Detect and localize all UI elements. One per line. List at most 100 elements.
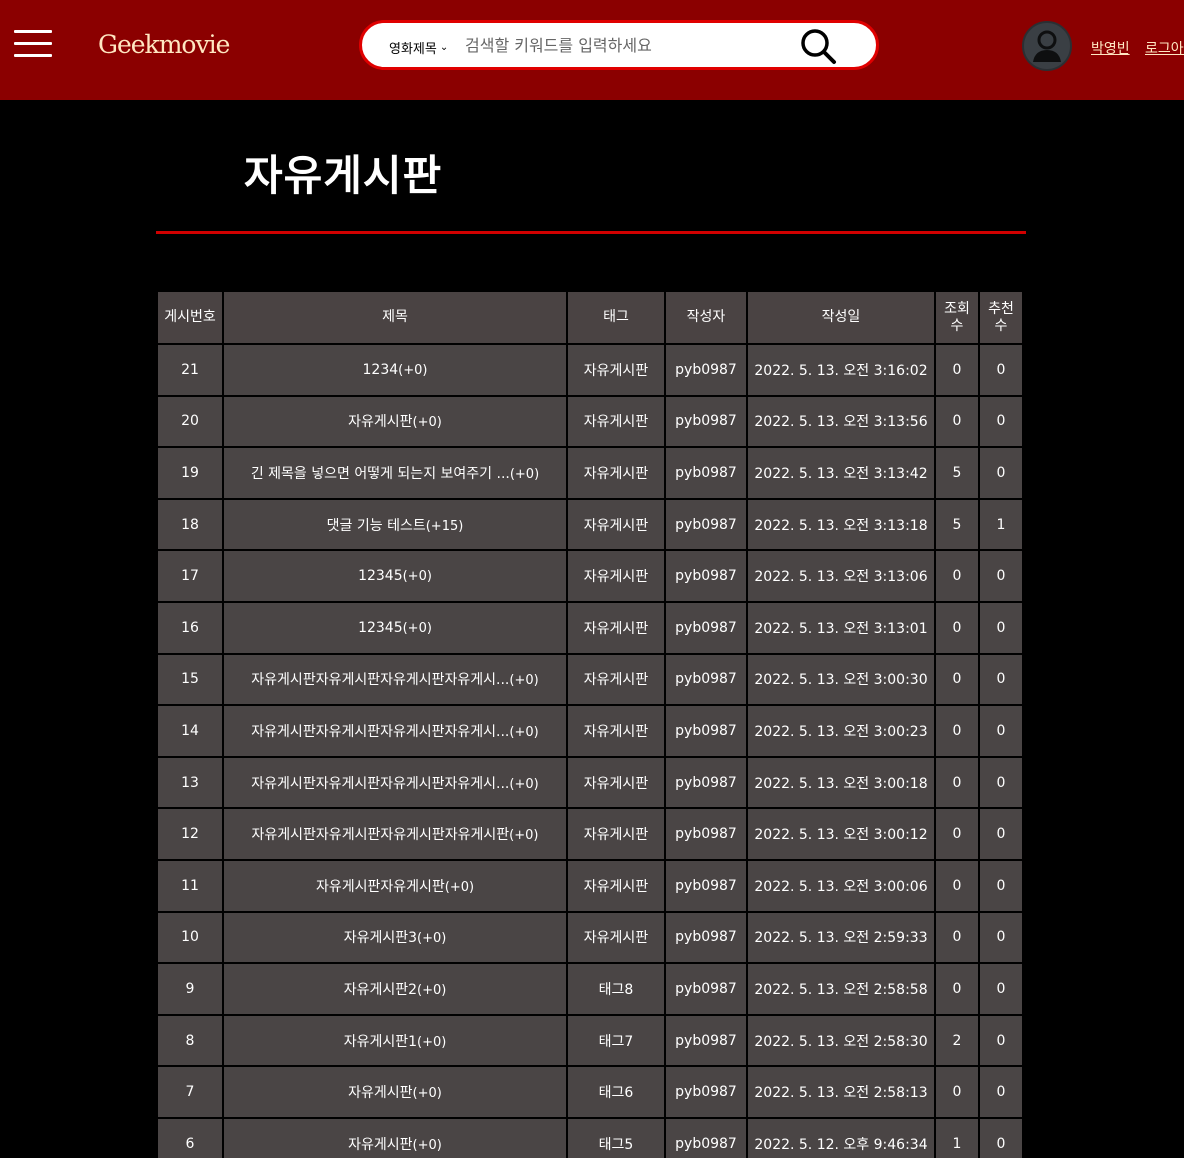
comment-count: (+0): [398, 362, 428, 378]
chevron-down-icon: ⌄: [439, 42, 449, 53]
post-title-text[interactable]: 자유게시판자유게시판자유게시판자유게시...: [251, 724, 509, 740]
post-views: 0: [936, 964, 978, 1014]
post-title[interactable]: 1234(+0): [224, 345, 566, 395]
post-title-text[interactable]: 댓글 기능 테스트: [327, 518, 426, 534]
post-title[interactable]: 12345(+0): [224, 602, 566, 653]
post-title[interactable]: 댓글 기능 테스트(+15): [224, 499, 566, 550]
post-title[interactable]: 자유게시판자유게시판자유게시판자유게시...(+0): [224, 706, 566, 756]
post-views: 1: [936, 1118, 978, 1158]
post-title[interactable]: 자유게시판2(+0): [224, 964, 566, 1014]
table-row[interactable]: 17 12345(+0) 자유게시판 pyb0987 2022. 5. 13. 오전 3…: [158, 551, 1022, 601]
column-header-tag: 태그: [568, 292, 664, 343]
menu-icon[interactable]: [14, 28, 52, 60]
post-title-text[interactable]: 긴 제목을 넣으면 어떻게 되는지 보여주기 ...: [251, 466, 510, 482]
post-title-text[interactable]: 12345: [358, 568, 403, 584]
post-author: pyb0987: [666, 964, 746, 1014]
post-author: pyb0987: [666, 448, 746, 498]
post-number: 18: [158, 499, 222, 550]
post-date: 2022. 5. 13. 오전 3:00:18: [748, 757, 934, 808]
post-date: 2022. 5. 13. 오전 3:00:30: [748, 654, 934, 705]
post-title-text[interactable]: 자유게시판자유게시판: [316, 879, 445, 895]
site-logo[interactable]: Geekmovie: [98, 30, 230, 59]
post-title[interactable]: 자유게시판(+0): [224, 396, 566, 447]
table-header-row: 게시번호 제목 태그 작성자 작성일 조회수 추천수: [158, 292, 1022, 343]
post-tag: 자유게시판: [568, 551, 664, 601]
post-title[interactable]: 자유게시판(+0): [224, 1067, 566, 1117]
post-recommend: 0: [980, 602, 1022, 653]
search-input[interactable]: [465, 31, 785, 59]
post-author: pyb0987: [666, 1118, 746, 1158]
post-title-text[interactable]: 자유게시판3: [344, 930, 417, 946]
comment-count: (+0): [417, 982, 447, 998]
table-row[interactable]: 10 자유게시판3(+0) 자유게시판 pyb0987 2022. 5. 13. 오전 …: [158, 912, 1022, 963]
post-recommend: 0: [980, 551, 1022, 601]
site-header: Geekmovie 영화제목 ⌄ 박영빈 로그아웃: [0, 0, 1184, 100]
post-title-text[interactable]: 자유게시판: [348, 414, 412, 430]
search-type-select[interactable]: 영화제목 ⌄: [389, 38, 448, 57]
post-date: 2022. 5. 13. 오전 3:00:12: [748, 809, 934, 859]
table-row[interactable]: 7 자유게시판(+0) 태그6 pyb0987 2022. 5. 13. 오전 2:58…: [158, 1067, 1022, 1117]
post-title-text[interactable]: 1234: [363, 362, 399, 378]
table-row[interactable]: 13 자유게시판자유게시판자유게시판자유게시...(+0) 자유게시판 pyb0987…: [158, 757, 1022, 808]
table-row[interactable]: 8 자유게시판1(+0) 태그7 pyb0987 2022. 5. 13. 오전 2:5…: [158, 1015, 1022, 1066]
table-row[interactable]: 11 자유게시판자유게시판(+0) 자유게시판 pyb0987 2022. 5. 13.…: [158, 860, 1022, 911]
post-title[interactable]: 자유게시판3(+0): [224, 912, 566, 963]
post-title-text[interactable]: 자유게시판: [348, 1085, 412, 1101]
post-author: pyb0987: [666, 809, 746, 859]
post-views: 5: [936, 448, 978, 498]
table-row[interactable]: 15 자유게시판자유게시판자유게시판자유게시...(+0) 자유게시판 pyb0987…: [158, 654, 1022, 705]
comment-count: (+0): [412, 1137, 442, 1153]
post-title-text[interactable]: 자유게시판자유게시판자유게시판자유게시...: [251, 776, 509, 792]
post-tag: 자유게시판: [568, 602, 664, 653]
post-title[interactable]: 자유게시판자유게시판(+0): [224, 860, 566, 911]
post-views: 0: [936, 706, 978, 756]
post-title-text[interactable]: 자유게시판자유게시판자유게시판자유게시판: [252, 827, 510, 843]
post-tag: 태그8: [568, 964, 664, 1014]
search-icon[interactable]: [796, 26, 842, 66]
post-title-text[interactable]: 자유게시판: [348, 1137, 412, 1153]
post-title[interactable]: 자유게시판1(+0): [224, 1015, 566, 1066]
post-number: 13: [158, 757, 222, 808]
post-tag: 자유게시판: [568, 809, 664, 859]
table-row[interactable]: 21 1234(+0) 자유게시판 pyb0987 2022. 5. 13. 오전 3:…: [158, 345, 1022, 395]
post-author: pyb0987: [666, 499, 746, 550]
user-avatar-icon[interactable]: [1021, 20, 1073, 72]
post-author: pyb0987: [666, 551, 746, 601]
table-row[interactable]: 14 자유게시판자유게시판자유게시판자유게시...(+0) 자유게시판 pyb0987…: [158, 706, 1022, 756]
post-title-text[interactable]: 자유게시판2: [344, 982, 417, 998]
post-recommend: 0: [980, 809, 1022, 859]
post-number: 10: [158, 912, 222, 963]
post-number: 19: [158, 448, 222, 498]
logout-link[interactable]: 로그아웃: [1145, 38, 1184, 58]
post-title-text[interactable]: 자유게시판자유게시판자유게시판자유게시...: [251, 672, 509, 688]
post-author: pyb0987: [666, 860, 746, 911]
post-title[interactable]: 12345(+0): [224, 551, 566, 601]
table-row[interactable]: 12 자유게시판자유게시판자유게시판자유게시판(+0) 자유게시판 pyb0987 20…: [158, 809, 1022, 859]
table-row[interactable]: 19 긴 제목을 넣으면 어떻게 되는지 보여주기 ...(+0) 자유게시판 pyb…: [158, 448, 1022, 498]
post-number: 16: [158, 602, 222, 653]
post-title[interactable]: 자유게시판자유게시판자유게시판자유게시...(+0): [224, 757, 566, 808]
post-number: 20: [158, 396, 222, 447]
table-row[interactable]: 6 자유게시판(+0) 태그5 pyb0987 2022. 5. 12. 오후 9:46…: [158, 1118, 1022, 1158]
post-number: 7: [158, 1067, 222, 1117]
post-date: 2022. 5. 12. 오후 9:46:34: [748, 1118, 934, 1158]
user-name-link[interactable]: 박영빈: [1091, 38, 1130, 58]
post-date: 2022. 5. 13. 오전 3:13:56: [748, 396, 934, 447]
post-recommend: 0: [980, 396, 1022, 447]
post-title-text[interactable]: 12345: [358, 620, 403, 636]
post-number: 6: [158, 1118, 222, 1158]
post-date: 2022. 5. 13. 오전 3:16:02: [748, 345, 934, 395]
table-row[interactable]: 18 댓글 기능 테스트(+15) 자유게시판 pyb0987 2022. 5. 13.…: [158, 499, 1022, 550]
post-recommend: 0: [980, 912, 1022, 963]
post-tag: 자유게시판: [568, 499, 664, 550]
table-row[interactable]: 20 자유게시판(+0) 자유게시판 pyb0987 2022. 5. 13. 오전 3…: [158, 396, 1022, 447]
table-row[interactable]: 16 12345(+0) 자유게시판 pyb0987 2022. 5. 13. 오전 3…: [158, 602, 1022, 653]
post-title[interactable]: 자유게시판(+0): [224, 1118, 566, 1158]
post-title[interactable]: 자유게시판자유게시판자유게시판자유게시...(+0): [224, 654, 566, 705]
post-author: pyb0987: [666, 345, 746, 395]
post-title-text[interactable]: 자유게시판1: [344, 1034, 417, 1050]
table-row[interactable]: 9 자유게시판2(+0) 태그8 pyb0987 2022. 5. 13. 오전 2:5…: [158, 964, 1022, 1014]
post-author: pyb0987: [666, 912, 746, 963]
post-title[interactable]: 자유게시판자유게시판자유게시판자유게시판(+0): [224, 809, 566, 859]
post-title[interactable]: 긴 제목을 넣으면 어떻게 되는지 보여주기 ...(+0): [224, 448, 566, 498]
